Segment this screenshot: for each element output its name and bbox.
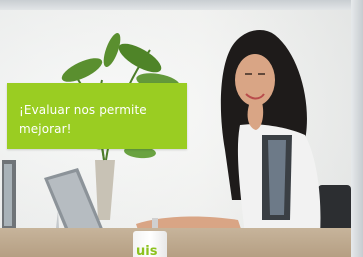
photo-scene: ¡Evaluar nos permite mejorar! uis — [0, 10, 351, 257]
monitor — [2, 160, 16, 230]
frame-border-right — [351, 0, 363, 257]
hero-banner: ¡Evaluar nos permite mejorar! uis — [0, 0, 363, 257]
banner-line-2: mejorar! — [19, 122, 72, 136]
frame-border-top — [0, 0, 363, 10]
banner-line-1: ¡Evaluar nos permite — [19, 103, 147, 117]
banner-text: ¡Evaluar nos permite mejorar! — [19, 101, 184, 139]
mug: uis — [133, 231, 167, 257]
evaluation-banner: ¡Evaluar nos permite mejorar! — [7, 83, 187, 149]
desk — [0, 228, 351, 257]
mug-logo: uis — [136, 244, 158, 257]
